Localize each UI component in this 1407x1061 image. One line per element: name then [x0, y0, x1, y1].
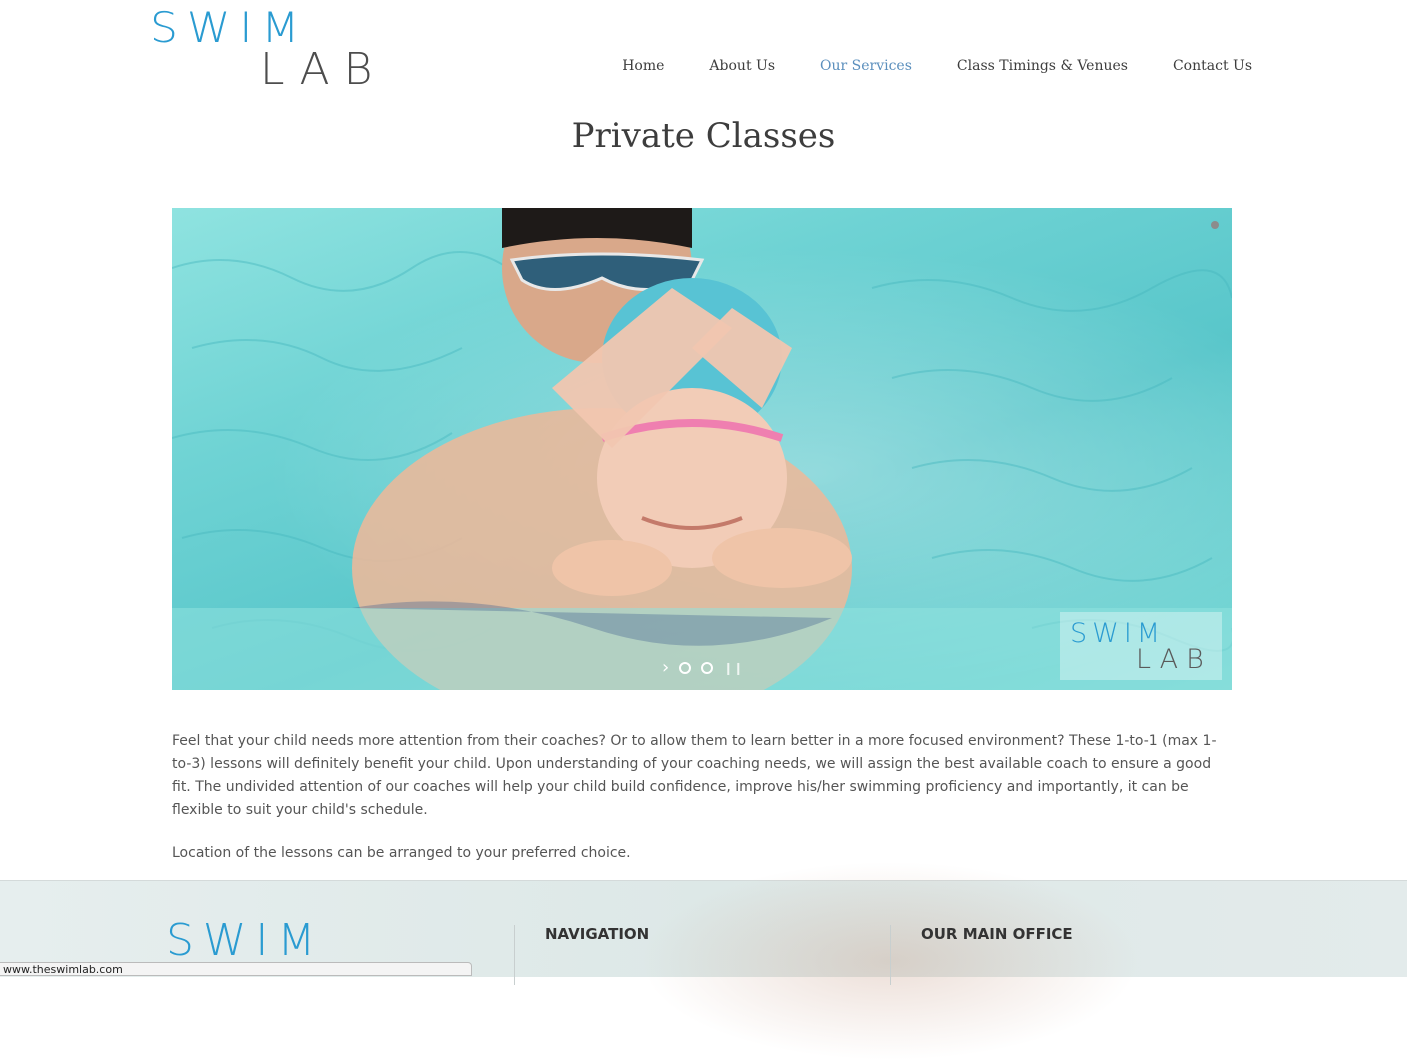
- logo-lab-text: LAB: [260, 44, 387, 95]
- chevron-right-icon[interactable]: ›: [662, 657, 669, 678]
- slide-watermark-logo: SWIM LAB: [1060, 612, 1222, 680]
- nav-class-timings-venues[interactable]: Class Timings & Venues: [957, 58, 1128, 74]
- main-content: Feel that your child needs more attentio…: [172, 730, 1232, 885]
- slider-dot-2[interactable]: [701, 661, 714, 674]
- footer-divider: [514, 925, 515, 985]
- footer-office-heading: OUR MAIN OFFICE: [921, 925, 1073, 943]
- nav-contact-us[interactable]: Contact Us: [1173, 58, 1252, 74]
- site-logo[interactable]: SWIM LAB: [150, 8, 390, 92]
- footer-navigation-heading: NAVIGATION: [545, 925, 650, 943]
- image-slider[interactable]: SWIM LAB › ❙❙: [172, 208, 1232, 690]
- pause-icon[interactable]: ❙❙: [723, 661, 743, 675]
- location-paragraph: Location of the lessons can be arranged …: [172, 845, 631, 861]
- nav-home[interactable]: Home: [622, 58, 664, 74]
- slider-dot-1[interactable]: [679, 661, 692, 674]
- browser-status-bar: www.theswimlab.com: [0, 962, 472, 976]
- footer-divider: [890, 925, 891, 985]
- footer-logo[interactable]: SWIM: [166, 919, 324, 963]
- slider-controls: › ❙❙: [662, 657, 743, 678]
- nav-our-services[interactable]: Our Services: [820, 58, 912, 74]
- slider-indicator-dot[interactable]: [1211, 221, 1219, 229]
- page-title: Private Classes: [571, 116, 836, 156]
- watermark-lab-text: LAB: [1136, 644, 1212, 675]
- main-nav: Home About Us Our Services Class Timings…: [577, 58, 1252, 74]
- nav-about-us[interactable]: About Us: [709, 58, 775, 74]
- description-paragraph: Feel that your child needs more attentio…: [172, 733, 1217, 818]
